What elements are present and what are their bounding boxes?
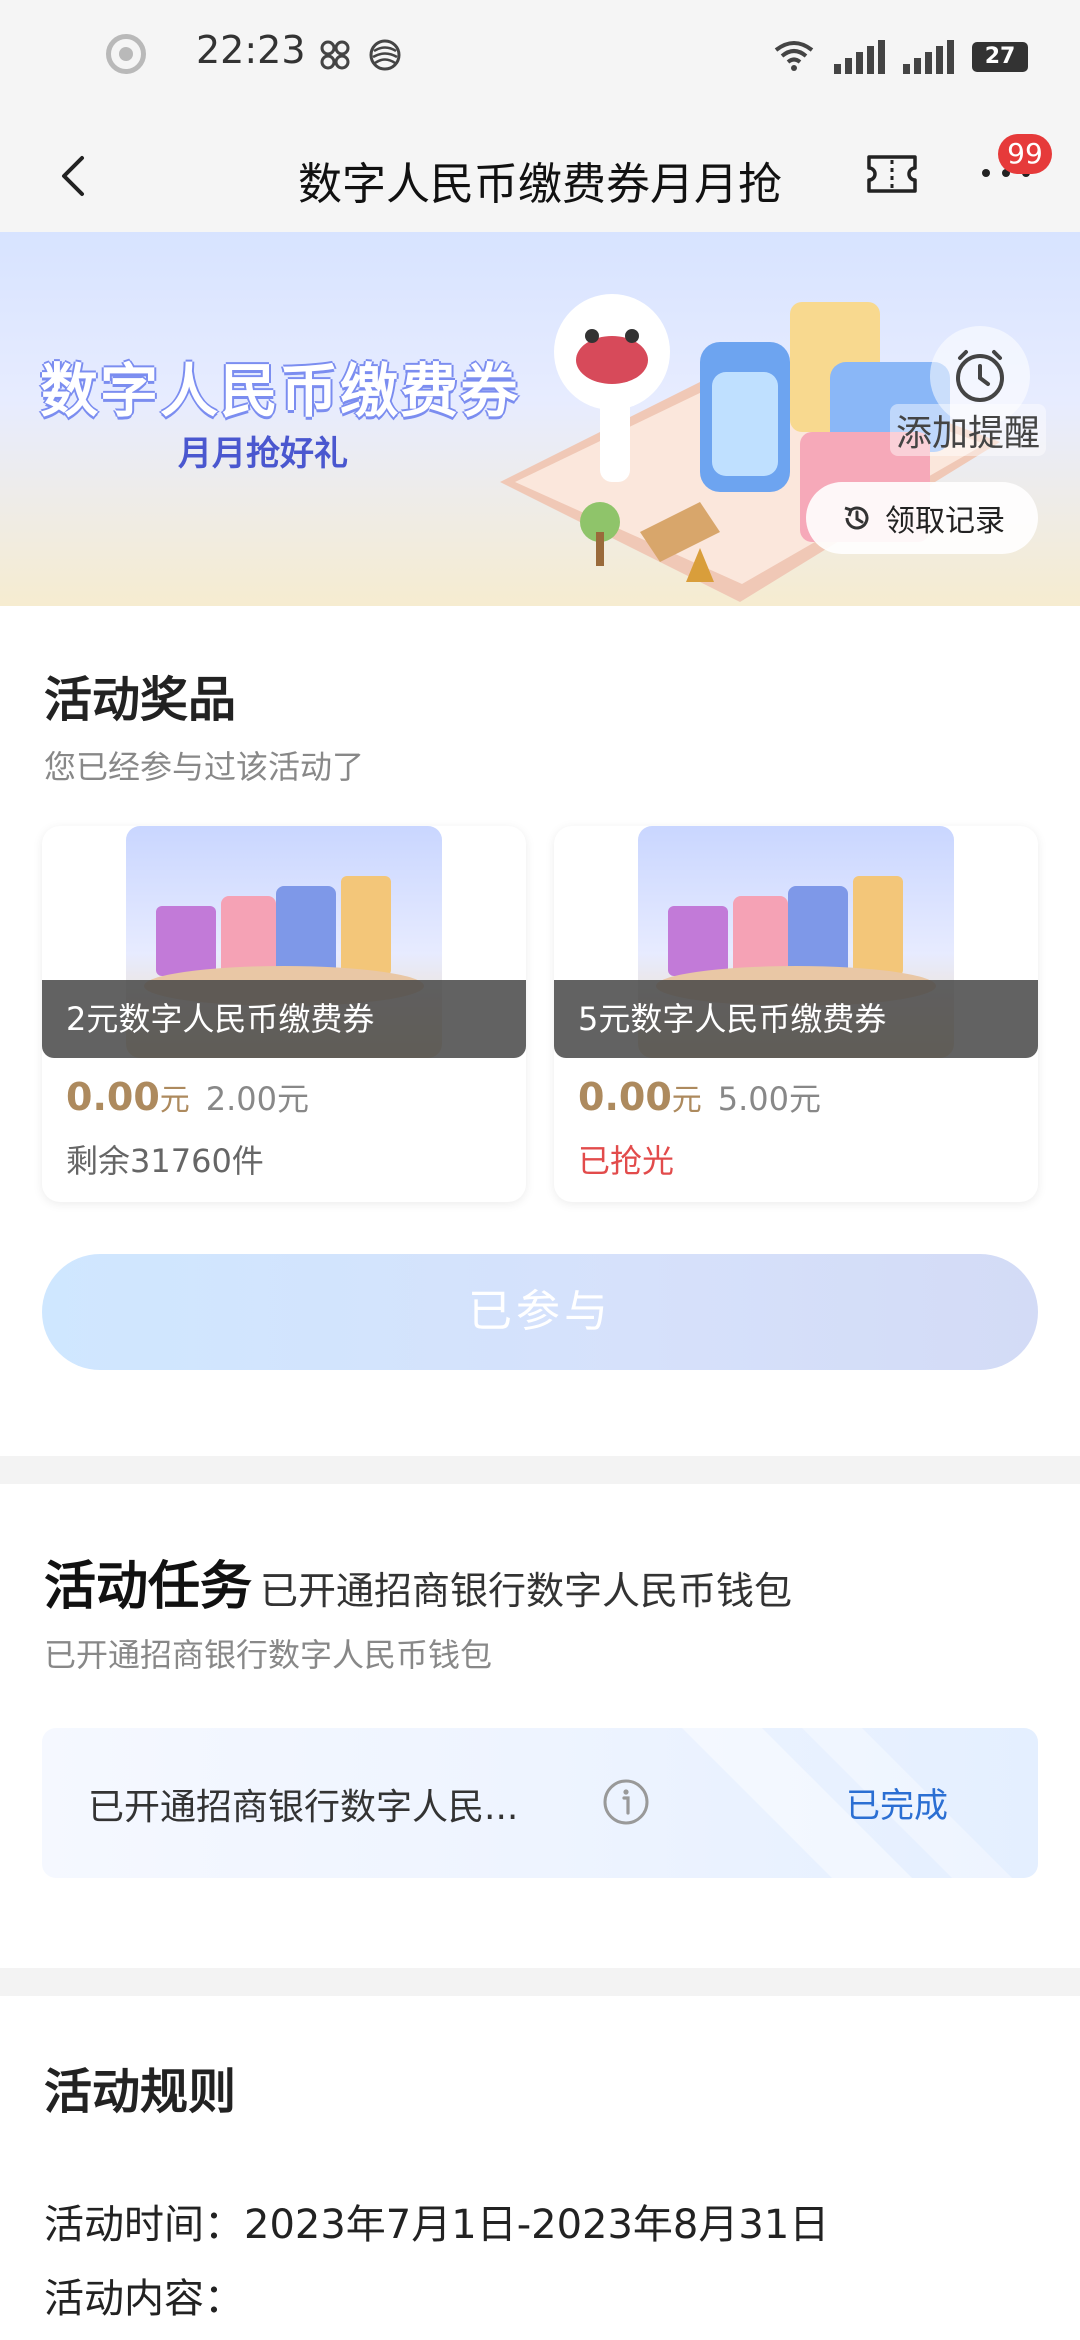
circle-icon bbox=[106, 34, 146, 74]
rule-activity-time: 活动时间：2023年7月1日-2023年8月31日 bbox=[44, 2202, 830, 2248]
notification-badge: 99 bbox=[998, 134, 1052, 174]
task-section: 活动任务 已开通招商银行数字人民币钱包 已开通招商银行数字人民币钱包 已开通招商… bbox=[0, 1484, 1080, 1968]
original-price: 2.00元 bbox=[205, 1080, 310, 1118]
info-icon[interactable] bbox=[602, 1778, 650, 1826]
claim-record-button[interactable]: 领取记录 bbox=[806, 482, 1038, 554]
sold-out-label: 已抢光 bbox=[578, 1142, 675, 1180]
coupon-icon-button[interactable] bbox=[866, 154, 918, 194]
rules-section: 活动规则 活动时间：2023年7月1日-2023年8月31日 活动内容： bbox=[0, 1996, 1080, 2340]
prize-section-title: 活动奖品 bbox=[44, 672, 237, 728]
prize-card-5yuan[interactable]: 5元数字人民币缴费券 0.00元 5.00元 已抢光 bbox=[554, 826, 1038, 1202]
prize-card-2yuan[interactable]: 2元数字人民币缴费券 0.00元 2.00元 剩余31760件 bbox=[42, 826, 526, 1202]
prize-section: 活动奖品 您已经参与过该活动了 2元数字人民币缴费券 0.00元 2.00元 剩… bbox=[0, 606, 1080, 1456]
banner: 数字人民币缴费券 月月抢好礼 添加提醒 领取记录 bbox=[0, 232, 1080, 606]
task-section-subtitle: 已开通招商银行数字人民币钱包 bbox=[44, 1636, 493, 1674]
rule-activity-content: 活动内容： bbox=[44, 2276, 244, 2322]
joined-button[interactable]: 已参与 bbox=[42, 1254, 1038, 1370]
prize-name: 2元数字人民币缴费券 bbox=[42, 980, 526, 1058]
price-row: 0.00元 5.00元 bbox=[578, 1074, 821, 1120]
status-time: 22:23 bbox=[196, 28, 306, 72]
current-price: 0.00元 bbox=[66, 1075, 190, 1119]
ticket-icon bbox=[867, 155, 917, 193]
task-item-label: 已开通招商银行数字人民... bbox=[88, 1787, 519, 1828]
stock-remaining: 剩余31760件 bbox=[66, 1142, 264, 1180]
task-section-title: 活动任务 bbox=[44, 1557, 253, 1617]
add-reminder-label[interactable]: 添加提醒 bbox=[890, 404, 1047, 456]
task-status[interactable]: 已完成 bbox=[846, 1778, 948, 1827]
task-section-title-suffix: 已开通招商银行数字人民币钱包 bbox=[260, 1569, 793, 1613]
current-price: 0.00元 bbox=[578, 1075, 702, 1119]
prize-section-subtitle: 您已经参与过该活动了 bbox=[44, 748, 365, 786]
task-item[interactable]: 已开通招商银行数字人民... 已完成 bbox=[42, 1728, 1038, 1878]
history-icon bbox=[844, 506, 869, 530]
rules-section-title: 活动规则 bbox=[44, 2064, 237, 2120]
carrier-icon bbox=[368, 38, 402, 72]
signal-icon bbox=[834, 40, 885, 74]
status-bar: 22:23 27 bbox=[0, 0, 1080, 120]
banner-title: 数字人民币缴费券 bbox=[40, 357, 521, 425]
banner-subtitle: 月月抢好礼 bbox=[178, 434, 348, 474]
link-icon bbox=[318, 38, 352, 72]
wifi-icon bbox=[772, 38, 816, 76]
price-row: 0.00元 2.00元 bbox=[66, 1074, 309, 1120]
claim-record-label: 领取记录 bbox=[885, 504, 1005, 539]
battery-icon: 27 bbox=[972, 42, 1028, 72]
page-title: 数字人民币缴费券月月抢 bbox=[298, 159, 782, 210]
nav-bar: 数字人民币缴费券月月抢 99 bbox=[0, 120, 1080, 232]
original-price: 5.00元 bbox=[717, 1080, 822, 1118]
signal-2-icon bbox=[903, 40, 954, 74]
prize-name: 5元数字人民币缴费券 bbox=[554, 980, 1038, 1058]
task-header: 活动任务 已开通招商银行数字人民币钱包 bbox=[44, 1544, 792, 1619]
